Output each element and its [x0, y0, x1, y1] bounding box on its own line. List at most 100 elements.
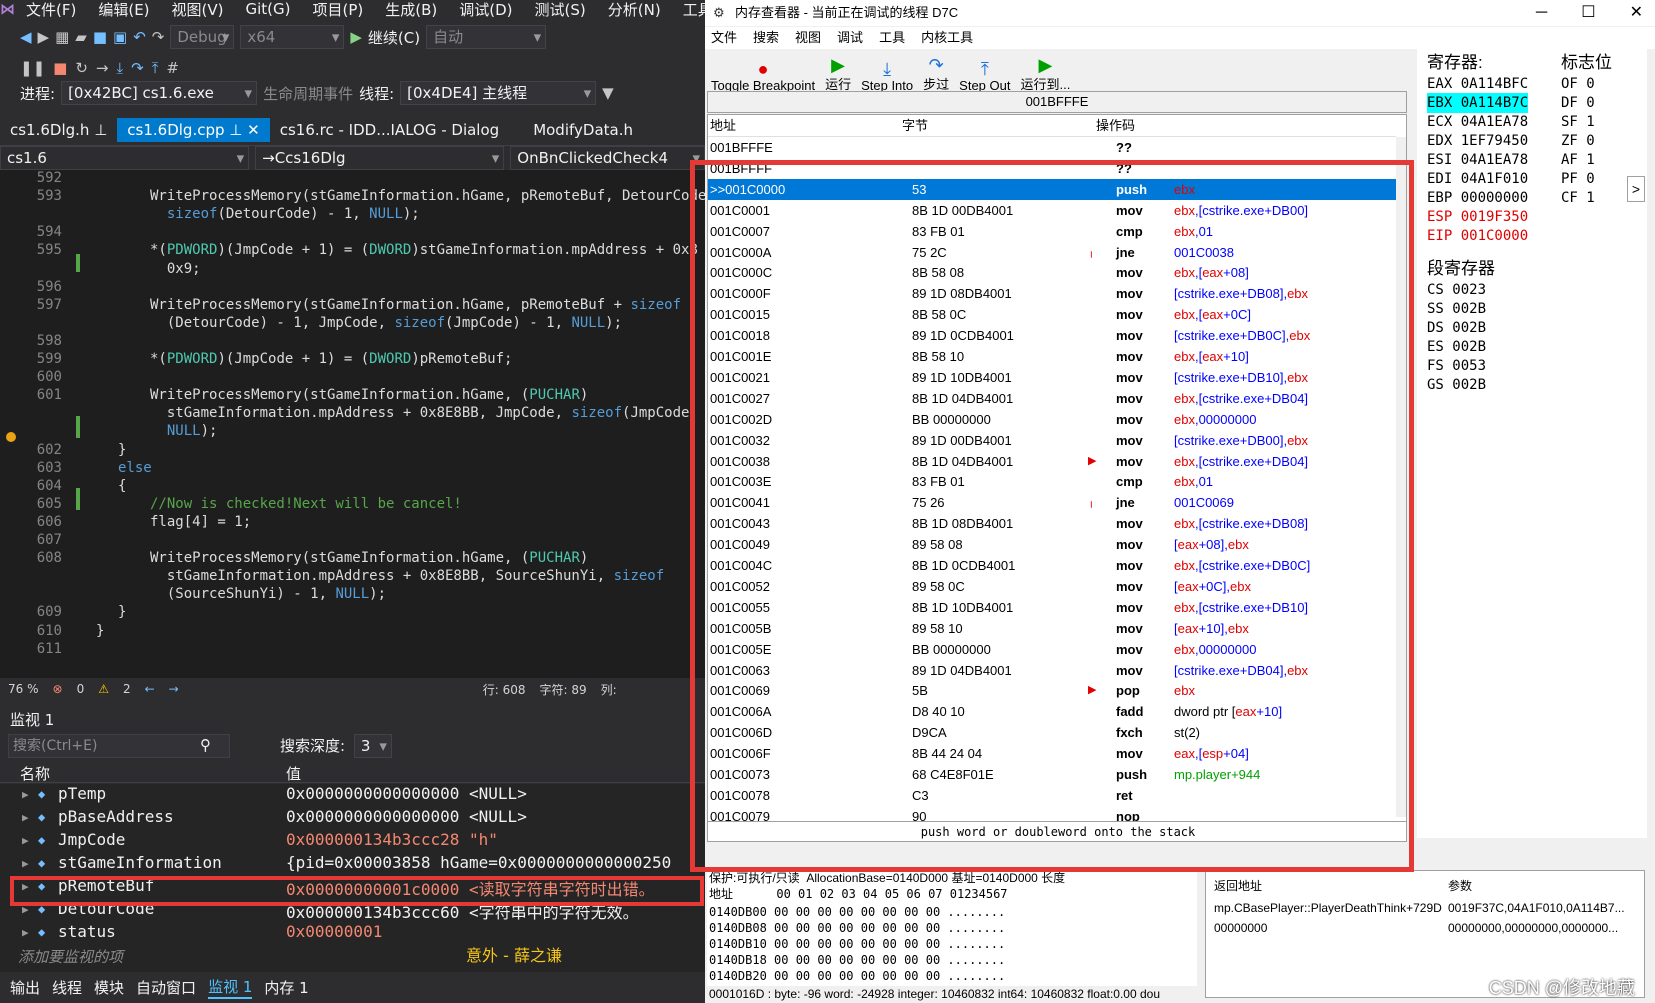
mv-menu-tools[interactable]: 工具	[879, 27, 905, 49]
flag-value[interactable]: ZF 0	[1561, 131, 1595, 151]
watch-value[interactable]: 0x0000000000000000 <NULL>	[286, 807, 527, 826]
close-icon[interactable]: ✕	[247, 121, 260, 139]
warning-count[interactable]: 2	[123, 682, 131, 696]
register-value[interactable]: EBX 0A114B7C	[1427, 93, 1529, 113]
stack-col-params[interactable]: 参数	[1448, 877, 1472, 894]
zoom-level[interactable]: 76 %	[8, 682, 39, 696]
register-value[interactable]: ESI 04A1EA78	[1427, 150, 1528, 170]
segment-value[interactable]: CS 0023	[1427, 280, 1486, 300]
menu-edit[interactable]: 编辑(E)	[87, 0, 160, 20]
watch-row[interactable]: ▶ ◆ JmpCode 0x000000134b3ccc28 "h"	[0, 830, 705, 853]
search-icon[interactable]: ⚲	[200, 736, 211, 754]
step-out-icon[interactable]: ⤒	[152, 59, 159, 77]
nav-project-combo[interactable]: cs1.6	[0, 145, 250, 170]
tab-cs16-rc[interactable]: cs16.rc - IDD...IALOG - Dialog	[270, 118, 509, 142]
disassembly-row[interactable]: 001C0032 89 1D 00DB4001 mov [cstrike.exe+DB…	[708, 430, 1396, 451]
new-item-icon[interactable]: ▦	[55, 28, 69, 46]
flag-value[interactable]: CF 1	[1561, 188, 1595, 208]
watch-row[interactable]: ▶ ◆ DetourCode 0x000000134b3ccc60 <字符串中的字符无…	[0, 899, 705, 922]
continue-button[interactable]: 继续(C)	[368, 27, 420, 48]
stack-params[interactable]: 0019F37C,04A1F010,0A114B7...	[1448, 901, 1625, 915]
watch-row[interactable]: ▶ ◆ status 0x00000001	[0, 922, 705, 945]
hex-row[interactable]: 0140DB10 00 00 00 00 00 00 00 00 .......…	[709, 936, 1005, 952]
flag-value[interactable]: SF 1	[1561, 112, 1595, 132]
disassembly-row[interactable]: 001C0073 68 C4E8F01E push mp.player+944	[708, 764, 1396, 785]
redo-icon[interactable]: ↷	[152, 28, 165, 46]
pin-icon[interactable]: ⊥	[94, 121, 107, 139]
expand-icon[interactable]: ▶	[22, 788, 29, 801]
watch-col-value[interactable]: 值	[286, 763, 301, 784]
mv-menu-view[interactable]: 视图	[795, 27, 821, 49]
hex-row[interactable]: 0140DB18 00 00 00 00 00 00 00 00 .......…	[709, 952, 1005, 968]
expand-icon[interactable]: ▶	[22, 811, 29, 824]
thread-combo[interactable]: [0x4DE4] 主线程	[400, 81, 597, 105]
disassembly-row[interactable]: 001C0001 8B 1D 00DB4001 mov ebx,[cstrike.ex…	[708, 200, 1396, 221]
tab-modifydata-h[interactable]: ModifyData.h	[523, 118, 643, 142]
disassembly-row[interactable]: 001C0052 89 58 0C mov [eax+0C],ebx	[708, 576, 1396, 597]
minimize-icon[interactable]: ─	[1536, 0, 1547, 26]
register-value[interactable]: EDX 1EF79450	[1427, 131, 1528, 151]
tab-cs16dlg-cpp[interactable]: cs1.6Dlg.cpp ⊥ ✕	[117, 118, 270, 142]
open-folder-icon[interactable]: ▰	[75, 28, 87, 46]
watch-add-item[interactable]: 添加要监视的项	[18, 946, 123, 967]
mv-menu-kernel-tools[interactable]: 内核工具	[921, 27, 973, 49]
disassembly-row[interactable]: 001C004C 8B 1D 0CDB4001 mov ebx,[cstrike.ex…	[708, 555, 1396, 576]
watch-value[interactable]: 0x00000001	[286, 922, 382, 941]
expand-arrow-icon[interactable]: >	[1627, 176, 1645, 202]
watch-value[interactable]: 0x000000134b3ccc28 "h"	[286, 830, 498, 849]
disassembly-row[interactable]: 001BFFFE??	[708, 137, 1396, 158]
error-count[interactable]: 0	[77, 682, 85, 696]
disassembly-row[interactable]: 001C005E BB 00000000 mov ebx,00000000	[708, 639, 1396, 660]
disassembly-row[interactable]: 001C006A D8 40 10 fadd dword ptr [eax+10]	[708, 701, 1396, 722]
disassembly-row[interactable]: 001C005B 89 58 10 mov [eax+10],ebx	[708, 618, 1396, 639]
disassembly-row[interactable]: 001C0049 89 58 08 mov [eax+08],ebx	[708, 534, 1396, 555]
watch-row[interactable]: ▶ ◆ stGameInformation {pid=0x00003858 hGame…	[0, 853, 705, 876]
disassembly-row[interactable]: 001C001E 8B 58 10 mov ebx,[eax+10]	[708, 346, 1396, 367]
tab-watch-1[interactable]: 监视 1	[208, 976, 253, 999]
disassembly-row[interactable]: 001C0069 5B pop ebx ▶	[708, 680, 1396, 701]
watch-value[interactable]: 0x00000000001c0000 <读取字符串字符时出错。	[286, 876, 655, 899]
mv-menu-search[interactable]: 搜索	[753, 27, 779, 49]
disassembly-row[interactable]: 001BFFFF??	[708, 158, 1396, 179]
disassembly-row[interactable]: 001C0015 8B 58 0C mov ebx,[eax+0C]	[708, 304, 1396, 325]
nav-back-icon[interactable]: ←	[145, 682, 155, 696]
menu-build[interactable]: 生成(B)	[374, 0, 448, 20]
disassembly-row[interactable]: 001C003E 83 FB 01 cmp ebx,01	[708, 471, 1396, 492]
watch-value[interactable]: 0x0000000000000000 <NULL>	[286, 784, 527, 803]
pin-icon[interactable]: ⊥	[229, 121, 242, 139]
mv-menu-file[interactable]: 文件	[711, 27, 737, 49]
show-next-statement-icon[interactable]: →	[96, 59, 109, 77]
disassembly-row[interactable]: 001C0078 C3 ret	[708, 785, 1396, 806]
expand-icon[interactable]: ▶	[22, 926, 29, 939]
process-combo[interactable]: [0x42BC] cs1.6.exe	[61, 81, 258, 105]
step-into-button[interactable]: ⤓ Step Into	[861, 60, 913, 93]
tab-autos[interactable]: 自动窗口	[136, 977, 196, 998]
step-over-button[interactable]: ↷ 步过	[923, 56, 949, 93]
stack-col-return[interactable]: 返回地址	[1214, 877, 1262, 894]
flag-value[interactable]: DF 0	[1561, 93, 1595, 113]
flag-value[interactable]: AF 1	[1561, 150, 1595, 170]
hex-row[interactable]: 0140DB20 00 00 00 00 00 00 00 00 .......…	[709, 968, 1005, 984]
disassembly-row[interactable]: 001C000A 75 2C jne 001C0038 ╷	[708, 242, 1396, 263]
register-value[interactable]: EAX 0A114BFC	[1427, 74, 1528, 94]
expand-icon[interactable]: ▶	[22, 903, 29, 916]
segment-value[interactable]: DS 002B	[1427, 318, 1486, 338]
lifecycle-events[interactable]: 生命周期事件	[263, 83, 353, 104]
register-value[interactable]: EDI 04A1F010	[1427, 169, 1528, 189]
run-to-button[interactable]: ▶ 运行到...	[1020, 56, 1070, 93]
disassembly-row[interactable]: 001C000F 89 1D 08DB4001 mov [cstrike.exe+DB…	[708, 283, 1396, 304]
disassembly-row[interactable]: 001C0038 8B 1D 04DB4001 mov ebx,[cstrike.ex…	[708, 451, 1396, 472]
disassembly-row[interactable]: >>001C0000 53 push ebx	[708, 178, 1396, 200]
flag-value[interactable]: PF 0	[1561, 169, 1595, 189]
restart-icon[interactable]: ↻	[75, 59, 88, 77]
pause-icon[interactable]: ❚❚	[20, 59, 45, 77]
step-out-button[interactable]: ⤒ Step Out	[959, 60, 1010, 93]
continue-icon[interactable]: ▶	[350, 28, 362, 46]
filter-icon[interactable]: ▼	[602, 84, 614, 102]
register-value[interactable]: EBP 00000000	[1427, 188, 1528, 208]
disassembly-row[interactable]: 001C0041 75 26 jne 001C0069 ╷	[708, 492, 1396, 513]
breakpoint-marker-icon[interactable]	[6, 432, 16, 442]
search-depth-combo[interactable]: 3	[353, 734, 392, 758]
forward-icon[interactable]: ▶	[38, 28, 50, 46]
hex-row[interactable]: 0140DB08 00 00 00 00 00 00 00 00 .......…	[709, 920, 1005, 936]
